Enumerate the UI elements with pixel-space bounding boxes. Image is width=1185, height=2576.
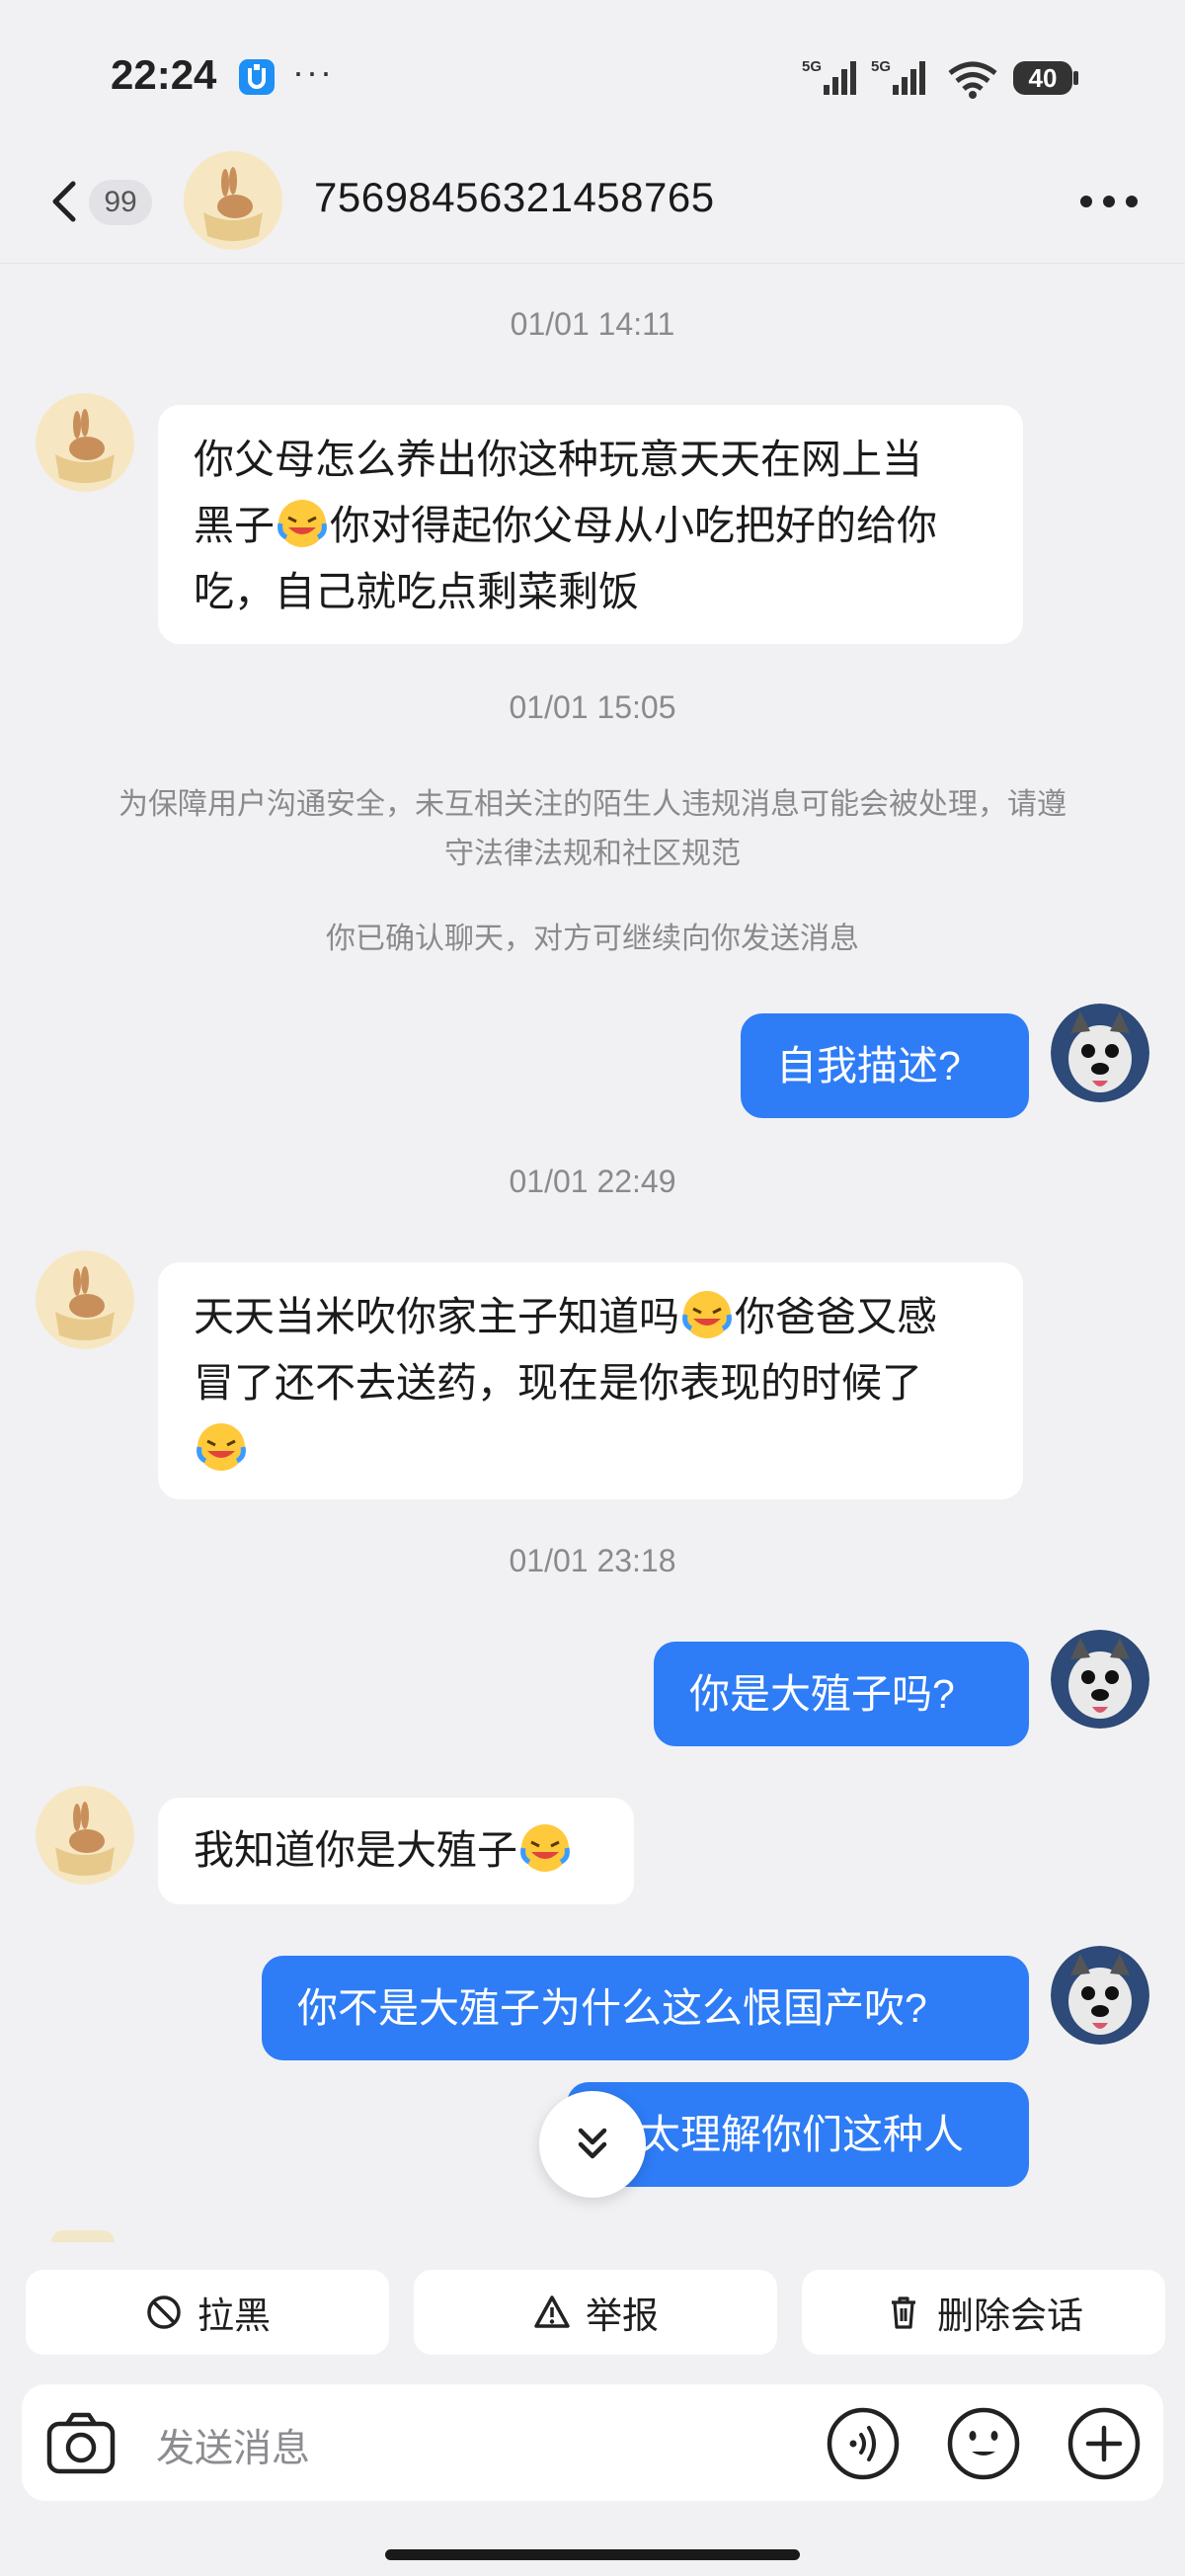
wifi-icon: [946, 59, 999, 104]
contact-avatar-small[interactable]: [36, 1786, 134, 1885]
outgoing-message[interactable]: 自我描述?: [741, 1013, 1029, 1118]
message-text: 天天当米吹你家主子知道吗: [194, 1294, 679, 1339]
status-time: 22:24: [111, 51, 217, 98]
message-input[interactable]: 发送消息: [156, 2418, 310, 2473]
more-options-button[interactable]: [1076, 184, 1142, 219]
chevron-left-icon: [52, 181, 76, 222]
camera-button[interactable]: [43, 2406, 118, 2481]
timestamp: 01/01 23:18: [509, 1543, 676, 1578]
contact-avatar[interactable]: [184, 151, 282, 250]
incoming-message[interactable]: 我知道你是大殖子: [158, 1798, 634, 1904]
trash-icon: [892, 2296, 915, 2329]
header-divider: [0, 263, 1185, 264]
my-avatar[interactable]: [1051, 1630, 1149, 1729]
timestamp: 01/01 15:05: [509, 689, 676, 725]
battery-tip: [1073, 71, 1078, 85]
crying-laughing-emoji-icon: [520, 1824, 570, 1872]
voice-button[interactable]: [826, 2406, 901, 2481]
report-label: 举报: [586, 2295, 659, 2336]
crying-laughing-emoji-icon: [197, 1423, 246, 1471]
husky-avatar-icon: [1051, 1946, 1149, 2045]
camera-icon: [46, 2412, 116, 2474]
my-avatar[interactable]: [1051, 1004, 1149, 1102]
delete-label: 删除会话: [937, 2295, 1083, 2336]
rabbit-avatar-icon: [36, 1250, 134, 1349]
report-button[interactable]: 举报: [414, 2270, 777, 2355]
delete-conversation-button[interactable]: 删除会话: [802, 2270, 1165, 2355]
message-text: 你父母怎么养出你这种玩意天天在网上当: [194, 437, 922, 482]
rabbit-avatar-icon: [184, 151, 282, 250]
message-text: 吃，自己就吃点剩菜剩饭: [194, 569, 639, 614]
message-text: 你对得起你父母从小吃把好的给你: [330, 503, 937, 548]
emoji-button[interactable]: [946, 2406, 1021, 2481]
emoji-icon: [947, 2407, 1020, 2480]
incoming-message[interactable]: 天天当米吹你家主子知道吗 你爸爸又感 冒了还不去送药，现在是你表现的时候了: [158, 1262, 1023, 1499]
signal-icon-2: 5G: [871, 55, 934, 104]
more-icon: [1080, 196, 1138, 207]
chat-confirmed-notice: 你已确认聊天，对方可继续向你发送消息: [326, 923, 859, 955]
message-text: 你爸爸又感: [735, 1294, 937, 1339]
my-avatar[interactable]: [1051, 1946, 1149, 2045]
timestamp: 01/01 22:49: [509, 1164, 676, 1199]
network-label: 5G: [802, 58, 822, 75]
double-chevron-down-icon: [578, 2128, 607, 2159]
signal-icon: 5G: [802, 55, 865, 104]
block-label: 拉黑: [198, 2295, 271, 2336]
status-more-icon: ···: [292, 51, 334, 92]
app-notification-icon: [239, 59, 275, 95]
husky-avatar-icon: [1051, 1004, 1149, 1102]
block-button[interactable]: 拉黑: [26, 2270, 389, 2355]
plus-icon: [1067, 2407, 1141, 2480]
message-text: 黑子: [194, 503, 275, 548]
outgoing-message[interactable]: 你不是大殖子为什么这么恨国产吹?: [262, 1956, 1029, 2060]
safety-notice: 为保障用户沟通安全，未互相关注的陌生人违规消息可能会被处理，请遵守法律法规和社区…: [118, 788, 1066, 870]
scroll-to-bottom-button[interactable]: [539, 2091, 646, 2198]
partial-avatar: [51, 2230, 115, 2242]
crying-laughing-emoji-icon: [682, 1291, 732, 1338]
contact-avatar-small[interactable]: [36, 393, 134, 492]
incoming-message[interactable]: 你父母怎么养出你这种玩意天天在网上当 黑子 你对得起你父母从小吃把好的给你 吃，自…: [158, 405, 1023, 644]
contact-name: 7569845632145​8765: [314, 174, 715, 220]
battery-indicator: 40: [1013, 61, 1072, 95]
message-text: 冒了还不去送药，现在是你表现的时候了: [194, 1360, 922, 1406]
voice-icon: [827, 2407, 900, 2480]
warning-icon: [534, 2295, 570, 2328]
network-label-2: 5G: [871, 58, 891, 75]
rabbit-avatar-icon: [36, 1786, 134, 1885]
block-icon: [147, 2295, 181, 2329]
rabbit-avatar-icon: [36, 393, 134, 492]
timestamp: 01/01 14:11: [510, 306, 675, 342]
unread-count-badge: 99: [89, 180, 152, 225]
home-indicator[interactable]: [385, 2549, 800, 2560]
husky-avatar-icon: [1051, 1630, 1149, 1729]
outgoing-message[interactable]: 你是大殖子吗?: [654, 1642, 1029, 1746]
contact-avatar-small[interactable]: [36, 1250, 134, 1349]
add-attachment-button[interactable]: [1066, 2406, 1142, 2481]
crying-laughing-emoji-icon: [277, 500, 327, 547]
message-text: 我知道你是大殖子: [194, 1827, 517, 1873]
